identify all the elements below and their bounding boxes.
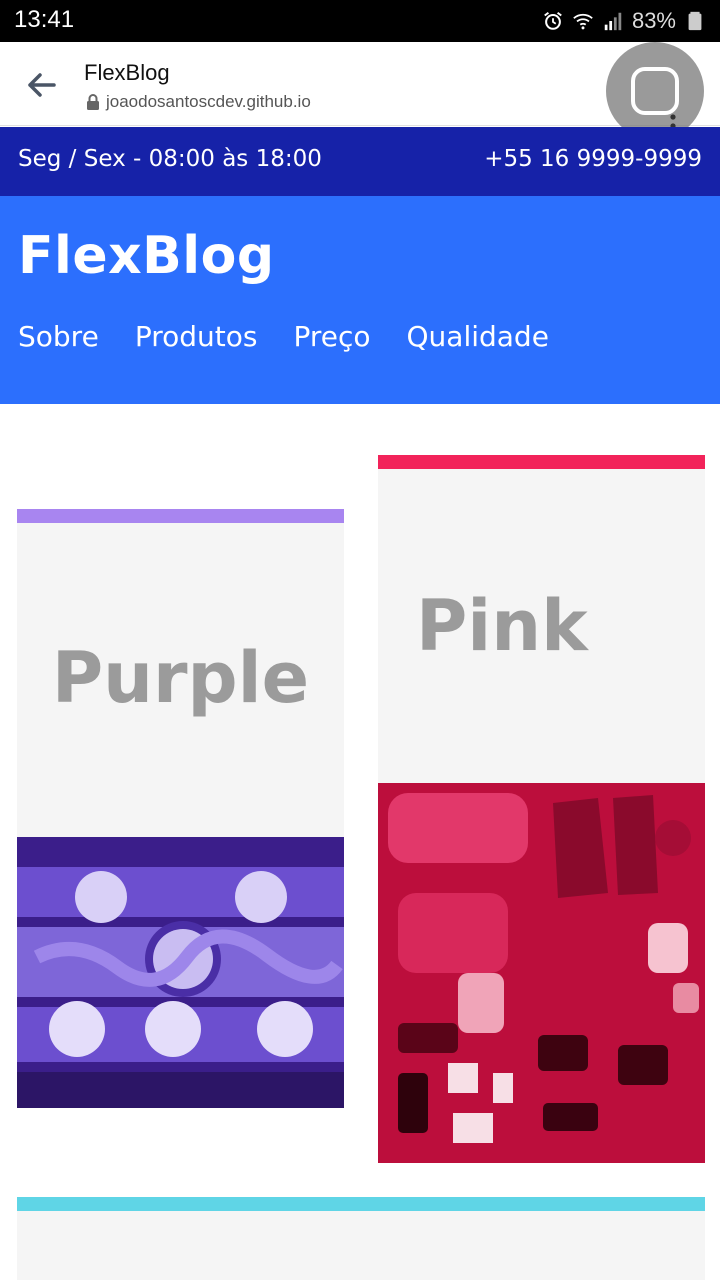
browser-url[interactable]: joaodosantoscdev.github.io <box>86 92 311 112</box>
nav-item-produtos[interactable]: Produtos <box>135 320 258 353</box>
signal-icon <box>604 12 622 31</box>
url-text: joaodosantoscdev.github.io <box>106 92 311 111</box>
camping-gear-photo <box>378 783 705 1163</box>
battery-percent: 83% <box>631 8 676 33</box>
card-accent-bar <box>378 455 705 469</box>
phone-number[interactable]: +55 16 9999-9999 <box>484 146 702 172</box>
status-bar: 13:41 83% <box>0 0 720 42</box>
browser-bar: FlexBlog joaodosantoscdev.github.io <box>0 42 720 140</box>
site-header: FlexBlog Sobre Produtos Preço Qualidade <box>0 196 720 404</box>
back-arrow-icon[interactable] <box>24 68 58 102</box>
card-accent-bar <box>17 1197 705 1211</box>
wifi-icon <box>573 13 593 30</box>
card-pink[interactable]: Pink <box>378 455 705 1163</box>
battery-icon <box>688 11 702 31</box>
card-accent-bar <box>17 509 344 523</box>
lock-icon <box>87 94 99 110</box>
nav-item-preco[interactable]: Preço <box>293 320 370 353</box>
business-hours: Seg / Sex - 08:00 às 18:00 <box>18 146 322 172</box>
dinner-table-photo <box>17 837 344 1108</box>
status-icons: 83% <box>542 6 706 36</box>
alarm-icon <box>544 11 562 30</box>
card-title: Pink <box>416 585 588 667</box>
nav-item-qualidade[interactable]: Qualidade <box>407 320 549 353</box>
floating-overlay-button[interactable] <box>606 42 704 140</box>
top-info-bar: Seg / Sex - 08:00 às 18:00 +55 16 9999-9… <box>0 127 720 196</box>
card-title: Purple <box>51 637 310 719</box>
browser-page-title: FlexBlog <box>84 60 170 85</box>
card-cyan[interactable] <box>17 1197 705 1280</box>
main-nav: Sobre Produtos Preço Qualidade <box>18 320 549 353</box>
site-logo[interactable]: FlexBlog <box>18 226 275 286</box>
nav-item-sobre[interactable]: Sobre <box>18 320 99 353</box>
card-purple[interactable]: Purple <box>17 509 344 1108</box>
overlay-square-icon <box>631 67 679 115</box>
status-time: 13:41 <box>14 6 75 33</box>
